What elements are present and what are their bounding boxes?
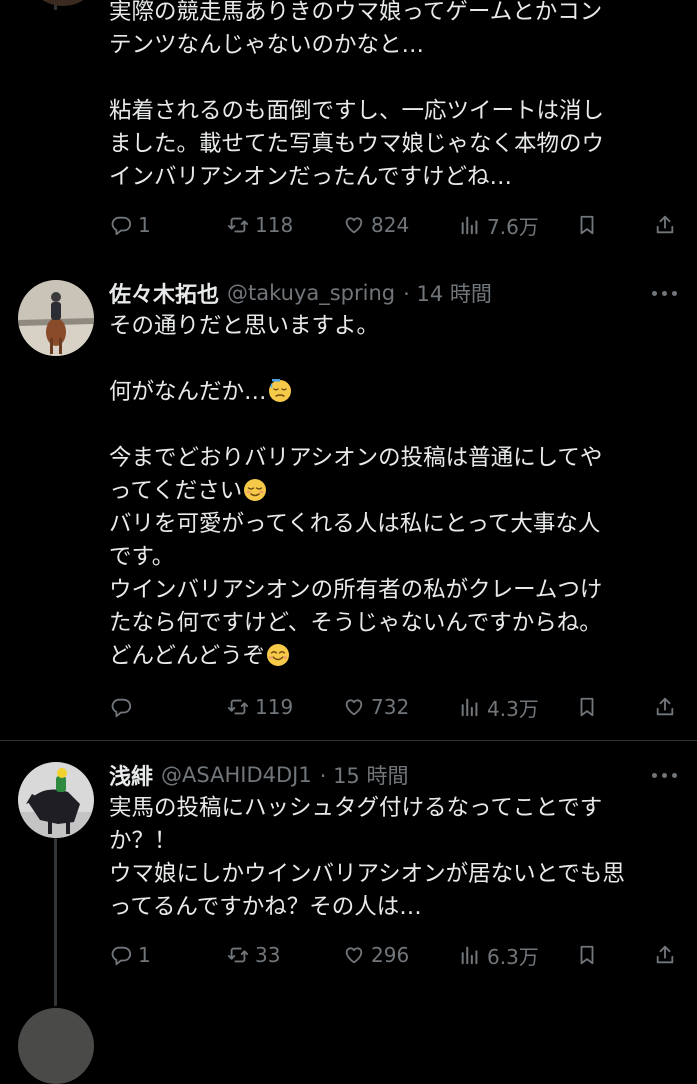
avatar[interactable] bbox=[18, 762, 94, 838]
thread-line bbox=[54, 838, 57, 1006]
relieved-face-emoji bbox=[244, 479, 267, 501]
smiling-face-emoji bbox=[267, 644, 290, 666]
retweet-icon bbox=[227, 944, 249, 966]
like-button[interactable]: 296 bbox=[343, 940, 409, 970]
bookmark-icon bbox=[576, 214, 598, 236]
avatar-image bbox=[18, 280, 94, 356]
retweet-icon bbox=[227, 214, 249, 236]
like-button[interactable]: 824 bbox=[343, 210, 409, 240]
views-button[interactable]: 6.3万 bbox=[459, 940, 539, 970]
more-options-button[interactable] bbox=[652, 276, 677, 310]
display-name[interactable]: 浅緋 bbox=[109, 759, 153, 791]
display-name[interactable]: 佐々木拓也 bbox=[109, 277, 219, 309]
reply-button[interactable]: 1 bbox=[110, 940, 151, 970]
tweet-line: 何がなんだか… bbox=[109, 379, 267, 405]
views-chart-icon bbox=[459, 944, 481, 966]
retweet-button[interactable]: 119 bbox=[227, 692, 293, 722]
avatar[interactable] bbox=[18, 280, 94, 356]
share-icon bbox=[654, 944, 676, 966]
reply-count: 1 bbox=[138, 943, 151, 967]
divider bbox=[0, 740, 697, 741]
reply-button[interactable] bbox=[110, 692, 138, 722]
bookmark-icon bbox=[576, 944, 598, 966]
downcast-face-with-sweat-emoji bbox=[268, 379, 291, 402]
views-count: 6.3万 bbox=[487, 944, 539, 969]
timestamp[interactable]: · 14 時間 bbox=[403, 278, 492, 308]
reply-icon bbox=[110, 214, 132, 236]
share-button[interactable] bbox=[654, 940, 676, 970]
more-options-button[interactable] bbox=[652, 758, 677, 792]
retweet-icon bbox=[227, 696, 249, 718]
more-dot-icon bbox=[672, 290, 677, 296]
more-dot-icon bbox=[652, 290, 657, 296]
like-count: 824 bbox=[371, 213, 410, 237]
heart-icon bbox=[343, 696, 365, 718]
avatar-image bbox=[18, 762, 94, 838]
tweet-line: その通りだと思いますよ。 bbox=[109, 313, 380, 339]
reply-count: 1 bbox=[138, 213, 151, 237]
retweet-button[interactable]: 118 bbox=[227, 210, 293, 240]
heart-icon bbox=[343, 214, 365, 236]
views-count: 4.3万 bbox=[487, 696, 539, 721]
tweet-header: 浅緋 @ASAHID4DJ1 · 15 時間 bbox=[109, 758, 408, 792]
views-count: 7.6万 bbox=[487, 214, 539, 239]
views-button[interactable]: 7.6万 bbox=[459, 210, 539, 240]
retweet-button[interactable]: 33 bbox=[227, 940, 280, 970]
views-button[interactable]: 4.3万 bbox=[459, 692, 539, 722]
bookmark-button[interactable] bbox=[576, 692, 598, 722]
tweet-actions: 1 118 824 7.6万 bbox=[0, 210, 697, 240]
tweet-line: バリを可愛がってくれる人は私にとって大事な人 です。 ウインバリアシオンの所有者… bbox=[109, 511, 603, 669]
bookmark-button[interactable] bbox=[576, 940, 598, 970]
tweet-header: 佐々木拓也 @takuya_spring · 14 時間 bbox=[109, 276, 492, 310]
timestamp[interactable]: · 15 時間 bbox=[320, 760, 409, 790]
share-icon bbox=[654, 214, 676, 236]
tweet-actions: 119 732 4.3万 bbox=[0, 692, 697, 722]
like-button[interactable]: 732 bbox=[343, 692, 409, 722]
more-dot-icon bbox=[662, 290, 667, 296]
heart-icon bbox=[343, 944, 365, 966]
tweet-text: 実際の競走馬ありきのウマ娘ってゲームとかコン テンツなんじゃないのかなと… 粘着… bbox=[109, 0, 605, 190]
retweet-count: 119 bbox=[255, 695, 294, 719]
bookmark-button[interactable] bbox=[576, 210, 598, 240]
share-button[interactable] bbox=[654, 210, 676, 240]
user-handle[interactable]: @takuya_spring bbox=[227, 281, 395, 305]
retweet-count: 118 bbox=[255, 213, 294, 237]
reply-button[interactable]: 1 bbox=[110, 210, 151, 240]
user-handle[interactable]: @ASAHID4DJ1 bbox=[161, 763, 312, 787]
avatar[interactable] bbox=[18, 1008, 94, 1084]
bookmark-icon bbox=[576, 696, 598, 718]
more-dot-icon bbox=[652, 772, 657, 778]
like-count: 732 bbox=[371, 695, 410, 719]
more-dot-icon bbox=[672, 772, 677, 778]
tweet-actions: 1 33 296 6.3万 bbox=[0, 940, 697, 970]
share-button[interactable] bbox=[654, 692, 676, 722]
tweet-text: その通りだと思いますよ。 何がなんだか… 今までどおりバリアシオンの投稿は普通に… bbox=[109, 310, 669, 673]
avatar[interactable] bbox=[25, 0, 101, 6]
more-dot-icon bbox=[662, 772, 667, 778]
retweet-count: 33 bbox=[255, 943, 281, 967]
like-count: 296 bbox=[371, 943, 410, 967]
share-icon bbox=[654, 696, 676, 718]
views-chart-icon bbox=[459, 214, 481, 236]
reply-icon bbox=[110, 944, 132, 966]
views-chart-icon bbox=[459, 696, 481, 718]
reply-icon bbox=[110, 696, 132, 718]
tweet-line: 今までどおりバリアシオンの投稿は普通にしてや ってください bbox=[109, 445, 603, 504]
tweet-text: 実馬の投稿にハッシュタグ付けるなってことです か？！ ウマ娘にしかウインバリアシ… bbox=[109, 795, 625, 920]
